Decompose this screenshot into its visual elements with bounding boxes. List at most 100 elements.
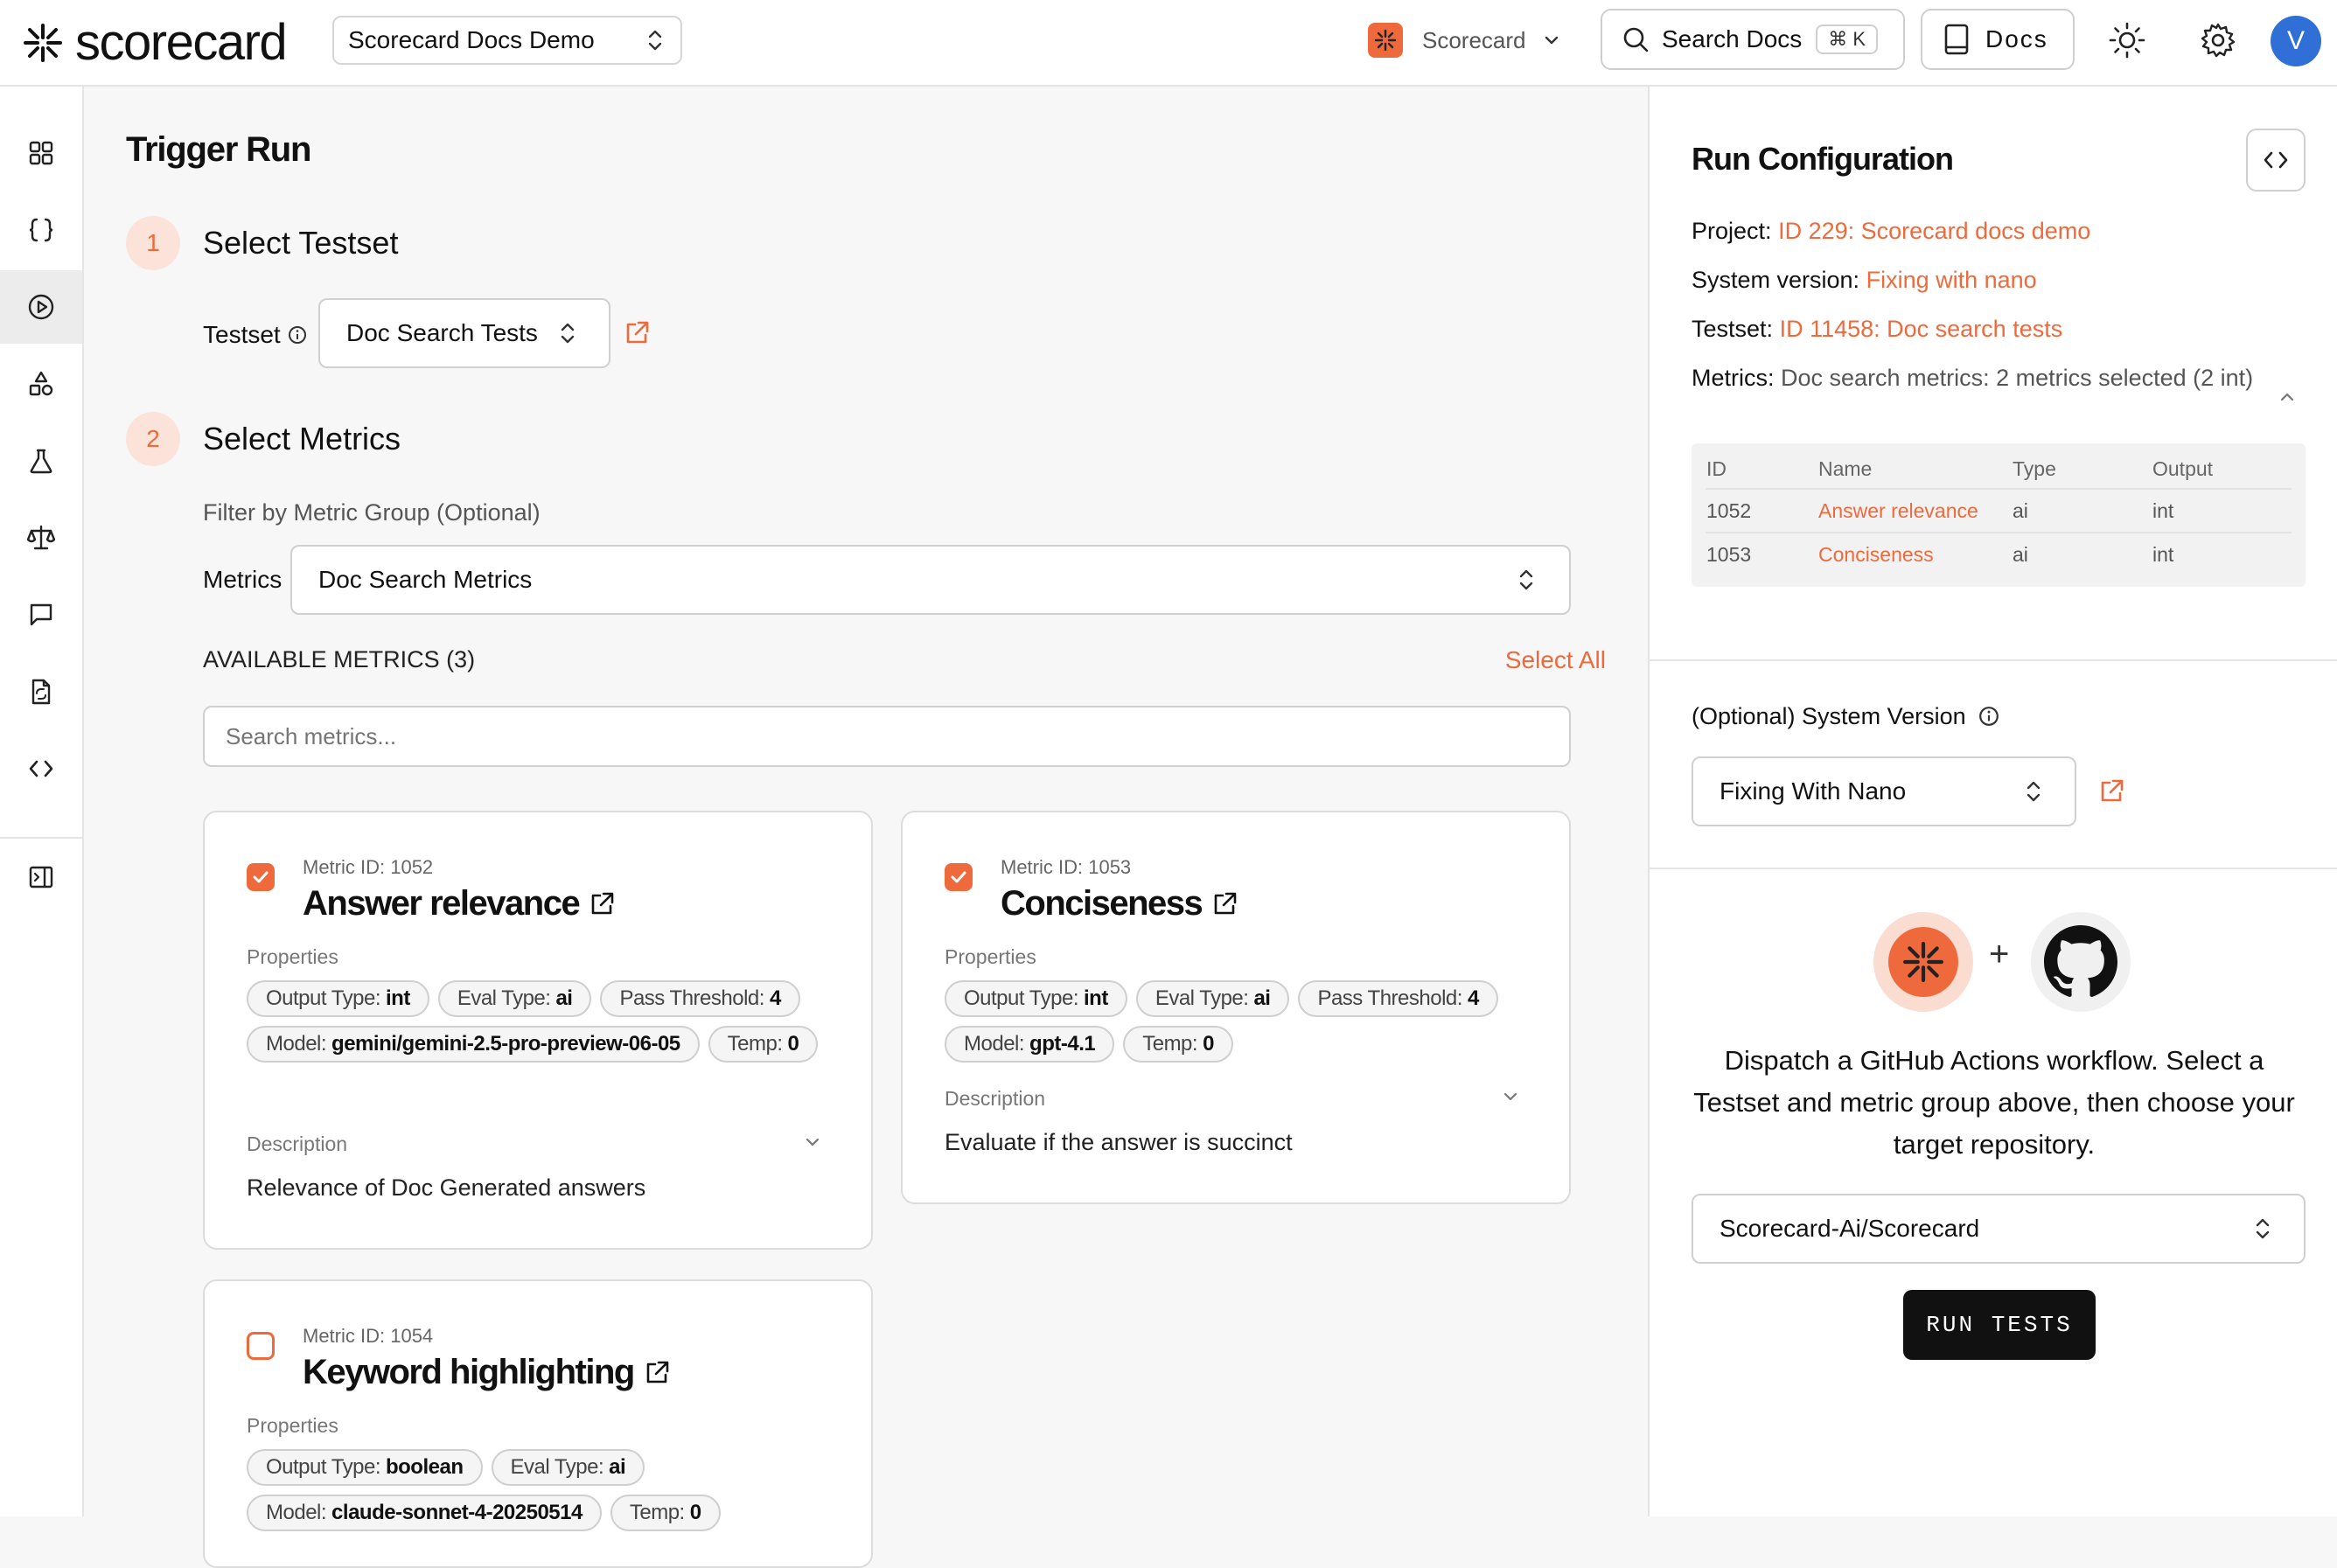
checkbox-unchecked[interactable] [247,1332,275,1360]
property-tag: Eval Type: ai [1135,980,1290,1017]
search-icon [1623,27,1649,52]
chevron-up-down-icon [648,30,662,51]
sidebar-item-feedback[interactable] [0,578,82,652]
metric-name[interactable]: Conciseness [1001,884,1238,923]
metric-name-text: Keyword highlighting [303,1353,635,1391]
metric-name[interactable]: Answer relevance [303,884,616,923]
sidebar-item-runs[interactable] [0,270,82,344]
book-icon [1944,24,1969,55]
org-switcher[interactable]: Scorecard [1368,23,1561,58]
metric-id: Metric ID: 1054 [303,1325,434,1347]
sidebar-item-records[interactable] [0,655,82,728]
table-cell: ai [2012,489,2152,533]
chevron-down-icon[interactable] [1501,1087,1520,1106]
run-tests-button[interactable]: RUN TESTS [1903,1290,2096,1360]
logo[interactable]: scorecard [23,14,288,71]
step-title: Select Testset [203,225,399,261]
docs-button[interactable]: Docs [1921,9,2075,70]
project-selector[interactable]: Scorecard Docs Demo [332,16,682,65]
scale-icon [27,525,55,550]
sidebar-item-experiments[interactable] [0,424,82,498]
external-link-icon[interactable] [2097,777,2125,805]
config-project: Project: ID 229: Scorecard docs demo [1692,218,2091,244]
sidebar-item-json[interactable] [0,193,82,267]
user-avatar[interactable]: V [2271,16,2321,66]
repository-select[interactable]: Scorecard-Ai/Scorecard [1692,1194,2306,1264]
table-cell: 1052 [1706,489,1817,533]
info-icon [1978,707,1999,726]
property-tags: Output Type: boolean Eval Type: ai Model: c… [247,1449,845,1531]
scorecard-badge [1873,912,1973,1012]
chevron-up-icon[interactable] [2278,387,2297,407]
property-tags: Output Type: int Eval Type: ai Pass Thresh… [247,980,845,1063]
property-tag: Model: gemini/gemini-2.5-pro-preview-06-0… [247,1026,700,1063]
view-code-button[interactable] [2246,129,2306,192]
system-version-select[interactable]: Fixing With Nano [1692,756,2076,826]
external-link-icon[interactable] [623,319,651,347]
sun-icon[interactable] [2108,21,2146,59]
shapes-icon [29,371,53,396]
column-header: Output [2152,450,2292,490]
metric-group-select-value: Doc Search Metrics [318,566,533,593]
sidebar-item-shapes[interactable] [0,347,82,421]
property-tags: Output Type: int Eval Type: ai Pass Thresh… [945,980,1543,1063]
filter-label: Filter by Metric Group (Optional) [203,499,541,526]
chevron-down-icon[interactable] [803,1132,822,1152]
selected-metrics-table: ID Name Type Output 1052 Answer relevanc… [1692,443,2306,587]
project-link[interactable]: ID 229: Scorecard docs demo [1778,218,2090,244]
sidebar-item-evaluations[interactable] [0,501,82,575]
org-logo-icon [1368,23,1403,58]
property-tag: Pass Threshold: 4 [1298,980,1498,1017]
sidebar-item-api[interactable] [0,732,82,805]
metric-card[interactable]: Metric ID: 1053 Conciseness Properties O… [901,811,1571,1204]
logo-text: scorecard [75,14,288,71]
optional-version-label: (Optional) System Version [1692,699,1999,734]
metric-name[interactable]: Keyword highlighting [303,1353,671,1392]
metric-card[interactable]: Metric ID: 1054 Keyword highlighting Pro… [203,1279,873,1568]
sidebar-collapse-toggle[interactable] [0,840,82,914]
github-badge [2031,912,2131,1012]
metric-link[interactable]: Answer relevance [1817,489,2012,533]
plus-sign: + [1989,935,2010,973]
metric-name-text: Conciseness [1001,884,1203,923]
sidebar [0,87,84,1516]
dispatch-description: Dispatch a GitHub Actions workflow. Sele… [1693,1045,2295,1160]
search-docs-label: Search Docs [1662,25,1803,52]
scorecard-logo-icon [24,24,62,62]
search-docs-button[interactable]: Search Docs ⌘ K [1601,9,1905,70]
metric-group-select[interactable]: Doc Search Metrics [290,545,1571,615]
table-cell: int [2152,489,2292,533]
config-system-version: System version: Fixing with nano [1692,267,2037,293]
system-version-link[interactable]: Fixing with nano [1866,267,2037,293]
select-all-link[interactable]: Select All [1505,646,1606,674]
panel-toggle-icon [29,866,53,889]
panel-title: Run Configuration [1692,141,1954,177]
column-header: Type [2012,450,2152,490]
keyboard-shortcut: ⌘ K [1816,24,1879,54]
divider [1650,659,2337,661]
metric-link[interactable]: Conciseness [1817,533,2012,576]
external-link-icon [646,1361,669,1383]
metric-card[interactable]: Metric ID: 1052 Answer relevance Propert… [203,811,873,1250]
page-title: Trigger Run [126,130,311,169]
table-cell: 1053 [1706,543,1752,566]
chevron-down-icon [1545,36,1558,45]
checkbox-checked[interactable] [247,863,275,891]
testset-link[interactable]: ID 11458: Doc search tests [1780,316,2063,342]
property-tag: Model: claude-sonnet-4-20250514 [247,1495,602,1531]
gear-icon[interactable] [2199,21,2237,59]
grid-icon [29,141,53,165]
properties-label: Properties [945,945,1036,968]
table-header-row: ID Name Type Output [1706,450,2292,490]
play-circle-icon [28,294,54,320]
check-icon [253,871,269,883]
description-label: Description [945,1087,1046,1110]
property-tag: Output Type: int [247,980,429,1017]
property-tag: Temp: 0 [708,1026,819,1063]
search-metrics-input[interactable] [203,706,1571,767]
testset-select[interactable]: Doc Search Tests [318,298,610,368]
property-tag: Output Type: boolean [247,1449,483,1486]
sidebar-item-dashboard[interactable] [0,116,82,190]
docs-label: Docs [1985,25,2048,52]
checkbox-checked[interactable] [945,863,973,891]
